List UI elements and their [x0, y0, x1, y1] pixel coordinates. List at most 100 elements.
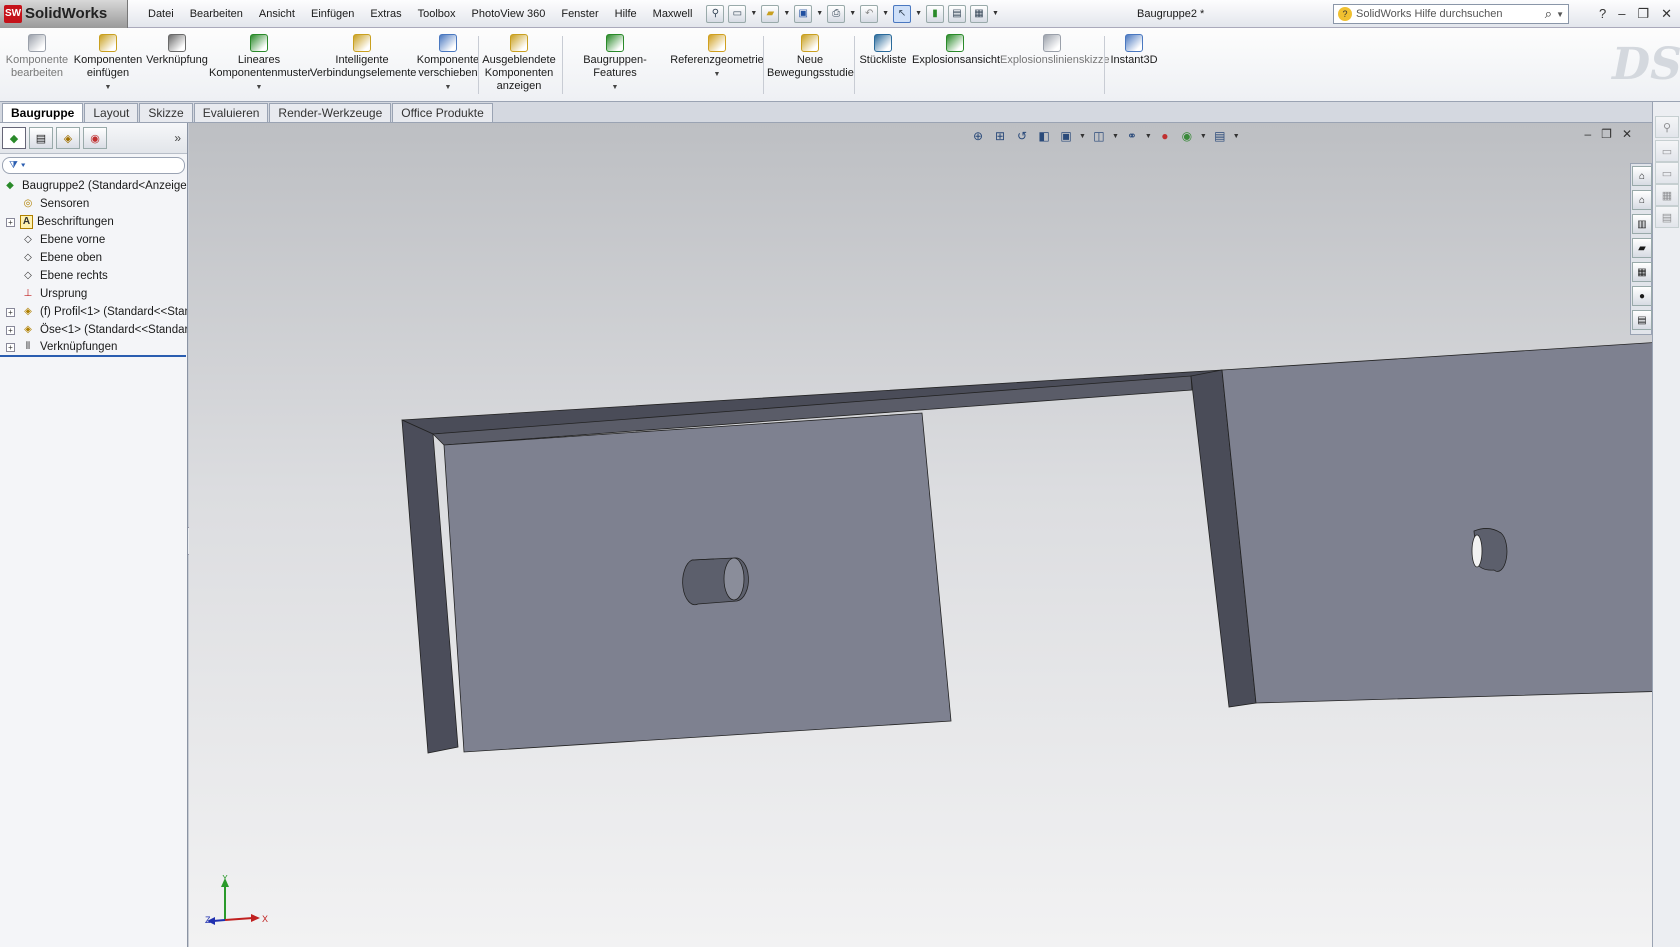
command-explode-line-sketch-button[interactable]: Explosionslinienskizze: [1000, 34, 1109, 67]
profile-hole-boss[interactable]: [682, 557, 749, 606]
pane-tool-1-icon[interactable]: ⚲: [1655, 116, 1679, 138]
section-view-icon[interactable]: ◧: [1035, 127, 1053, 145]
options-icon[interactable]: ▦: [970, 4, 989, 23]
previous-view-icon[interactable]: ↺: [1013, 127, 1031, 145]
chevron-down-icon[interactable]: ▼: [563, 81, 667, 94]
menu-0[interactable]: Datei: [140, 0, 182, 28]
expand-icon[interactable]: +: [6, 307, 15, 317]
command-show-hidden-button[interactable]: Ausgeblendete Komponenten anzeigen: [481, 34, 557, 93]
expand-icon[interactable]: +: [6, 342, 15, 352]
apply-scene-icon[interactable]: ◉: [1178, 127, 1196, 145]
save-dropdown-icon[interactable]: ▼: [816, 10, 823, 17]
command-move-component-button[interactable]: Komponente verschieben ▼: [416, 34, 480, 94]
hide-show-dropdown-icon[interactable]: ▼: [1145, 133, 1152, 140]
menu-4[interactable]: Extras: [362, 0, 409, 28]
command-edit-component-button[interactable]: Komponente bearbeiten: [2, 34, 72, 80]
appearances-icon[interactable]: ●: [1632, 286, 1652, 306]
feature-tree-tab-icon[interactable]: ◆: [2, 127, 26, 149]
oese-hole[interactable]: [1471, 528, 1508, 572]
chevron-down-icon[interactable]: ▼: [416, 81, 480, 94]
menu-7[interactable]: Fenster: [553, 0, 606, 28]
command-linear-pattern-button[interactable]: Lineares Komponentenmuster ▼: [209, 34, 311, 94]
command-exploded-view-button[interactable]: Explosionsansicht: [912, 34, 1000, 67]
pane-tool-3-icon[interactable]: ▭: [1655, 162, 1679, 184]
display-style-dropdown-icon[interactable]: ▼: [1112, 133, 1119, 140]
file-explorer-icon[interactable]: ▰: [1632, 238, 1652, 258]
oese-face[interactable]: [1221, 339, 1652, 704]
search-icon[interactable]: ⌕: [1545, 6, 1552, 22]
hide-show-items-icon[interactable]: ⚭: [1123, 127, 1141, 145]
solidworks-logo[interactable]: SW SolidWorks: [0, 0, 128, 28]
pane-tool-4-icon[interactable]: ▦: [1655, 184, 1679, 206]
undo-icon[interactable]: ↶: [860, 4, 879, 23]
design-library-icon[interactable]: ▥: [1632, 214, 1652, 234]
options-dropdown-icon[interactable]: ▼: [992, 10, 999, 17]
view-settings-dropdown-icon[interactable]: ▼: [1233, 133, 1240, 140]
command-assembly-features-button[interactable]: Baugruppen-Features ▼: [563, 34, 667, 94]
tree-item[interactable]: ◇ Ebene vorne: [0, 231, 187, 249]
expand-icon[interactable]: +: [6, 217, 15, 227]
tree-item[interactable]: + ◈ (f) Profil<1> (Standard<<Standard>_Anz…: [0, 303, 187, 321]
tree-item[interactable]: ◎ Sensoren: [0, 195, 187, 213]
open-icon[interactable]: ▰: [761, 4, 780, 23]
save-icon[interactable]: ▣: [794, 4, 813, 23]
view-palette-icon[interactable]: ▦: [1632, 262, 1652, 282]
tree-item[interactable]: + A Beschriftungen: [0, 213, 187, 231]
open-dropdown-icon[interactable]: ▼: [783, 10, 790, 17]
doc-minimize-icon[interactable]: –: [1584, 127, 1591, 141]
tab-0[interactable]: Baugruppe: [2, 103, 84, 122]
tab-1[interactable]: Layout: [84, 103, 139, 122]
tree-item[interactable]: ◆ Baugruppe2 (Standard<Anzeigestatus-1>): [0, 177, 187, 195]
select-icon[interactable]: ↖: [893, 4, 912, 23]
command-reference-geometry-button[interactable]: Referenzgeometrie ▼: [670, 34, 764, 81]
minimize-button[interactable]: –: [1618, 0, 1625, 28]
custom-properties-icon[interactable]: ▤: [1632, 310, 1652, 330]
tree-item[interactable]: + ⫴ Verknüpfungen: [0, 339, 186, 357]
menu-9[interactable]: Maxwell: [645, 0, 701, 28]
oese-part[interactable]: [1221, 339, 1652, 704]
restore-button[interactable]: ❐: [1637, 0, 1649, 28]
tree-filter[interactable]: ⧩ ▾: [2, 157, 185, 174]
tree-item[interactable]: ⊥ Ursprung: [0, 285, 187, 303]
solidworks-resources-icon[interactable]: ⌂: [1632, 166, 1652, 186]
rebuild-icon[interactable]: ▮: [926, 4, 945, 23]
doc-restore-icon[interactable]: ❐: [1601, 127, 1612, 141]
print-icon[interactable]: ⎙: [827, 4, 846, 23]
tab-5[interactable]: Office Produkte: [392, 103, 493, 122]
chevron-down-icon[interactable]: ▼: [72, 81, 144, 94]
tab-4[interactable]: Render-Werkzeuge: [269, 103, 392, 122]
profile-part[interactable]: [401, 369, 1257, 754]
new-dropdown-icon[interactable]: ▼: [750, 10, 757, 17]
tab-2[interactable]: Skizze: [139, 103, 193, 122]
command-smart-fasteners-button[interactable]: Intelligente Verbindungselemente: [310, 34, 416, 80]
graphics-area[interactable]: ⊕ ⊞ ↺ ◧ ▣ ▼ ◫ ▼ ⚭ ▼ ● ◉ ▼ ▤ ▼ – ❐ ✕ X Y Z: [189, 123, 1652, 947]
close-button[interactable]: ✕: [1661, 0, 1672, 28]
view-orientation-icon[interactable]: ▣: [1057, 127, 1075, 145]
edit-appearance-icon[interactable]: ●: [1156, 127, 1174, 145]
menu-2[interactable]: Ansicht: [251, 0, 303, 28]
help-button[interactable]: ?: [1599, 0, 1606, 28]
tree-item[interactable]: ◇ Ebene oben: [0, 249, 187, 267]
command-mate-button[interactable]: Verknüpfung: [144, 34, 210, 67]
property-manager-tab-icon[interactable]: ▤: [29, 127, 53, 149]
select-dropdown-icon[interactable]: ▼: [915, 10, 922, 17]
pane-tool-5-icon[interactable]: ▤: [1655, 206, 1679, 228]
display-manager-tab-icon[interactable]: ◉: [83, 127, 107, 149]
help-search-box[interactable]: ? SolidWorks Hilfe durchsuchen ⌕ ▼: [1333, 4, 1569, 24]
apply-scene-dropdown-icon[interactable]: ▼: [1200, 133, 1207, 140]
zoom-to-fit-icon[interactable]: ⊕: [969, 127, 987, 145]
home-icon[interactable]: ⌂: [1632, 190, 1652, 210]
command-insert-components-button[interactable]: Komponenten einfügen ▼: [72, 34, 144, 94]
expand-icon[interactable]: +: [6, 325, 15, 335]
menu-6[interactable]: PhotoView 360: [464, 0, 554, 28]
pane-tool-2-icon[interactable]: ▭: [1655, 140, 1679, 162]
configuration-manager-tab-icon[interactable]: ◈: [56, 127, 80, 149]
display-style-icon[interactable]: ◫: [1090, 127, 1108, 145]
chevron-down-icon[interactable]: ▼: [209, 81, 309, 94]
view-orientation-dropdown-icon[interactable]: ▼: [1079, 133, 1086, 140]
command-bom-button[interactable]: Stückliste: [858, 34, 908, 67]
new-document-icon[interactable]: ▭: [728, 4, 747, 23]
view-settings-icon[interactable]: ▤: [1211, 127, 1229, 145]
assembly-model[interactable]: [189, 123, 1652, 947]
menu-5[interactable]: Toolbox: [410, 0, 464, 28]
